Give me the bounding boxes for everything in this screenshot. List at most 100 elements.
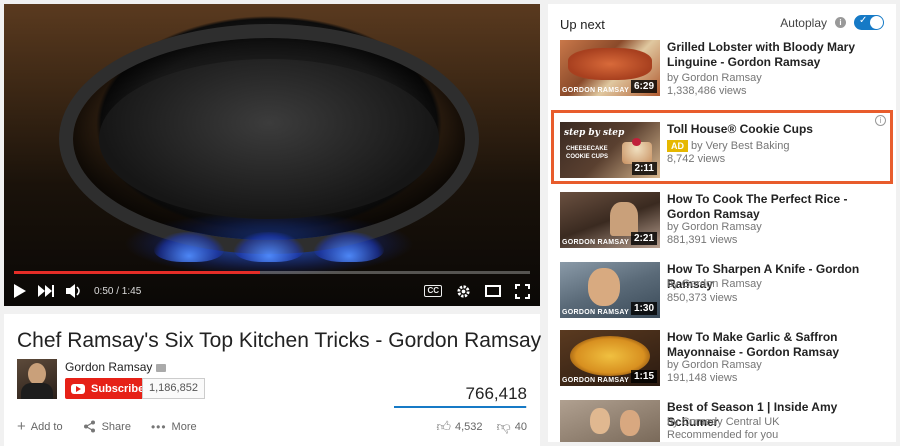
list-item[interactable]: GORDON RAMSAY 6:29 Grilled Lobster with … xyxy=(560,40,890,100)
thumbnail-food xyxy=(568,48,652,80)
brand-watermark: GORDON RAMSAY xyxy=(562,239,630,246)
item-channel: by Gordon Ramsay xyxy=(667,72,762,84)
item-channel: by Gordon Ramsay xyxy=(667,221,762,233)
video-flame-center xyxy=(234,232,304,262)
more-button[interactable]: ••• More xyxy=(151,420,197,434)
theater-mode-button[interactable] xyxy=(485,280,501,302)
ad-list-item[interactable]: step by step CHEESECAKE COOKIE CUPS 2:11… xyxy=(560,122,890,182)
channel-avatar[interactable] xyxy=(17,359,57,399)
thumbnail-person xyxy=(590,408,610,434)
video-frame[interactable] xyxy=(4,4,540,306)
video-flame-right xyxy=(314,232,384,262)
list-item[interactable]: Best of Season 1 | Inside Amy Schumer by… xyxy=(560,400,890,442)
view-count: 766,418 xyxy=(465,384,527,403)
volume-button[interactable] xyxy=(66,280,82,302)
verified-icon xyxy=(156,363,167,372)
avatar-body xyxy=(21,383,53,399)
brand-watermark: GORDON RAMSAY xyxy=(562,309,630,316)
like-ratio-fill xyxy=(394,406,526,408)
item-ad-row: AD by Very Best Baking xyxy=(667,139,789,153)
toggle-knob xyxy=(870,16,883,29)
video-info-panel: Chef Ramsay's Six Top Kitchen Tricks - G… xyxy=(4,314,542,446)
subscribe-button[interactable]: Subscribe xyxy=(65,378,153,399)
brand-watermark: GORDON RAMSAY xyxy=(562,377,630,384)
autoplay-toggle[interactable]: ✓ xyxy=(854,15,884,30)
video-flame-left xyxy=(154,232,224,262)
sidebar: Up next Autoplay i ✓ GORDON RAMSAY 6:29 … xyxy=(548,4,896,442)
next-button[interactable] xyxy=(38,280,54,302)
brand-watermark: GORDON RAMSAY xyxy=(562,87,630,94)
duration-badge: 6:29 xyxy=(630,80,657,93)
more-dots-icon: ••• xyxy=(150,419,167,434)
item-channel: by Comedy Central UK xyxy=(667,416,780,428)
info-icon[interactable]: i xyxy=(835,17,846,28)
share-button[interactable]: Share xyxy=(83,420,131,433)
item-title[interactable]: How To Cook The Perfect Rice - Gordon Ra… xyxy=(667,192,887,222)
item-title[interactable]: Toll House® Cookie Cups xyxy=(667,122,887,137)
player-controls: 0:50 / 1:45 CC xyxy=(4,276,540,306)
item-channel: by Gordon Ramsay xyxy=(667,359,762,371)
like-button[interactable]: 👍︎ 4,532 xyxy=(436,418,482,435)
subscribe-label: Subscribe xyxy=(91,382,145,395)
share-label: Share xyxy=(101,420,131,433)
progress-bar[interactable] xyxy=(14,271,530,274)
thumb-text-cheesecake: CHEESECAKE xyxy=(566,146,608,152)
item-views: 1,338,486 views xyxy=(667,85,747,97)
item-views: 850,373 views xyxy=(667,292,738,304)
more-label: More xyxy=(171,420,197,433)
item-channel: by Very Best Baking xyxy=(691,140,790,152)
settings-button[interactable] xyxy=(456,280,471,302)
plus-icon: + xyxy=(17,418,26,435)
thumbnail-berry xyxy=(632,138,641,146)
dislike-count: 40 xyxy=(514,420,527,433)
video-actions: + Add to Share ••• More xyxy=(17,418,217,435)
share-icon xyxy=(83,420,95,433)
next-icon xyxy=(38,285,54,297)
main-column: 0:50 / 1:45 CC Chef Ramsay's Six Top Kit… xyxy=(4,4,541,446)
thumbnail-person xyxy=(588,268,620,306)
video-thumbnail[interactable]: GORDON RAMSAY 2:21 xyxy=(560,192,660,248)
item-title[interactable]: How To Make Garlic & Saffron Mayonnaise … xyxy=(667,330,887,360)
duration-badge: 2:11 xyxy=(631,162,657,175)
item-title[interactable]: Grilled Lobster with Bloody Mary Linguin… xyxy=(667,40,887,70)
thumbs-up-icon: 👍︎ xyxy=(436,418,451,434)
add-to-button[interactable]: + Add to xyxy=(17,418,63,435)
gear-icon xyxy=(457,284,470,298)
video-title: Chef Ramsay's Six Top Kitchen Tricks - G… xyxy=(17,329,542,352)
autoplay-control: Autoplay i ✓ xyxy=(780,15,884,30)
theater-icon xyxy=(485,285,501,297)
thumbnail-person xyxy=(620,410,640,436)
progress-fill xyxy=(14,271,260,274)
thumbs-down-icon: 👎︎ xyxy=(496,418,511,434)
item-channel: by Gordon Ramsay xyxy=(667,278,762,290)
captions-button[interactable]: CC xyxy=(424,280,442,302)
play-button[interactable] xyxy=(14,280,26,302)
item-recommended: Recommended for you xyxy=(667,429,779,441)
list-item[interactable]: GORDON RAMSAY 1:30 How To Sharpen A Knif… xyxy=(560,262,890,322)
dislike-button[interactable]: 👎︎ 40 xyxy=(497,418,527,435)
thumbnail-person xyxy=(610,202,638,236)
item-views: 8,742 views xyxy=(667,153,726,165)
video-thumbnail[interactable] xyxy=(560,400,660,442)
avatar-head xyxy=(28,363,46,385)
list-item[interactable]: GORDON RAMSAY 2:21 How To Cook The Perfe… xyxy=(560,192,890,252)
channel-name-link[interactable]: Gordon Ramsay xyxy=(65,360,152,374)
like-dislike-group: 👍︎ 4,532 👎︎ 40 xyxy=(436,418,527,435)
thumb-text-cookie-cups: COOKIE CUPS xyxy=(566,154,609,160)
video-thumbnail[interactable]: GORDON RAMSAY 6:29 xyxy=(560,40,660,96)
time-display: 0:50 / 1:45 xyxy=(94,285,142,297)
duration-badge: 2:21 xyxy=(630,232,657,245)
video-thumbnail[interactable]: GORDON RAMSAY 1:30 xyxy=(560,262,660,318)
fullscreen-button[interactable] xyxy=(515,280,530,302)
video-player[interactable]: 0:50 / 1:45 CC xyxy=(4,4,540,306)
fullscreen-icon xyxy=(515,283,530,299)
channel-name-row: Gordon Ramsay xyxy=(65,360,167,374)
check-icon: ✓ xyxy=(859,15,868,26)
video-pan-inner xyxy=(99,59,439,219)
list-item[interactable]: GORDON RAMSAY 1:15 How To Make Garlic & … xyxy=(560,330,890,390)
video-thumbnail[interactable]: GORDON RAMSAY 1:15 xyxy=(560,330,660,386)
duration-badge: 1:15 xyxy=(630,370,657,383)
ad-badge: AD xyxy=(667,140,688,152)
video-thumbnail[interactable]: step by step CHEESECAKE COOKIE CUPS 2:11 xyxy=(560,122,660,178)
item-views: 881,391 views xyxy=(667,234,738,246)
